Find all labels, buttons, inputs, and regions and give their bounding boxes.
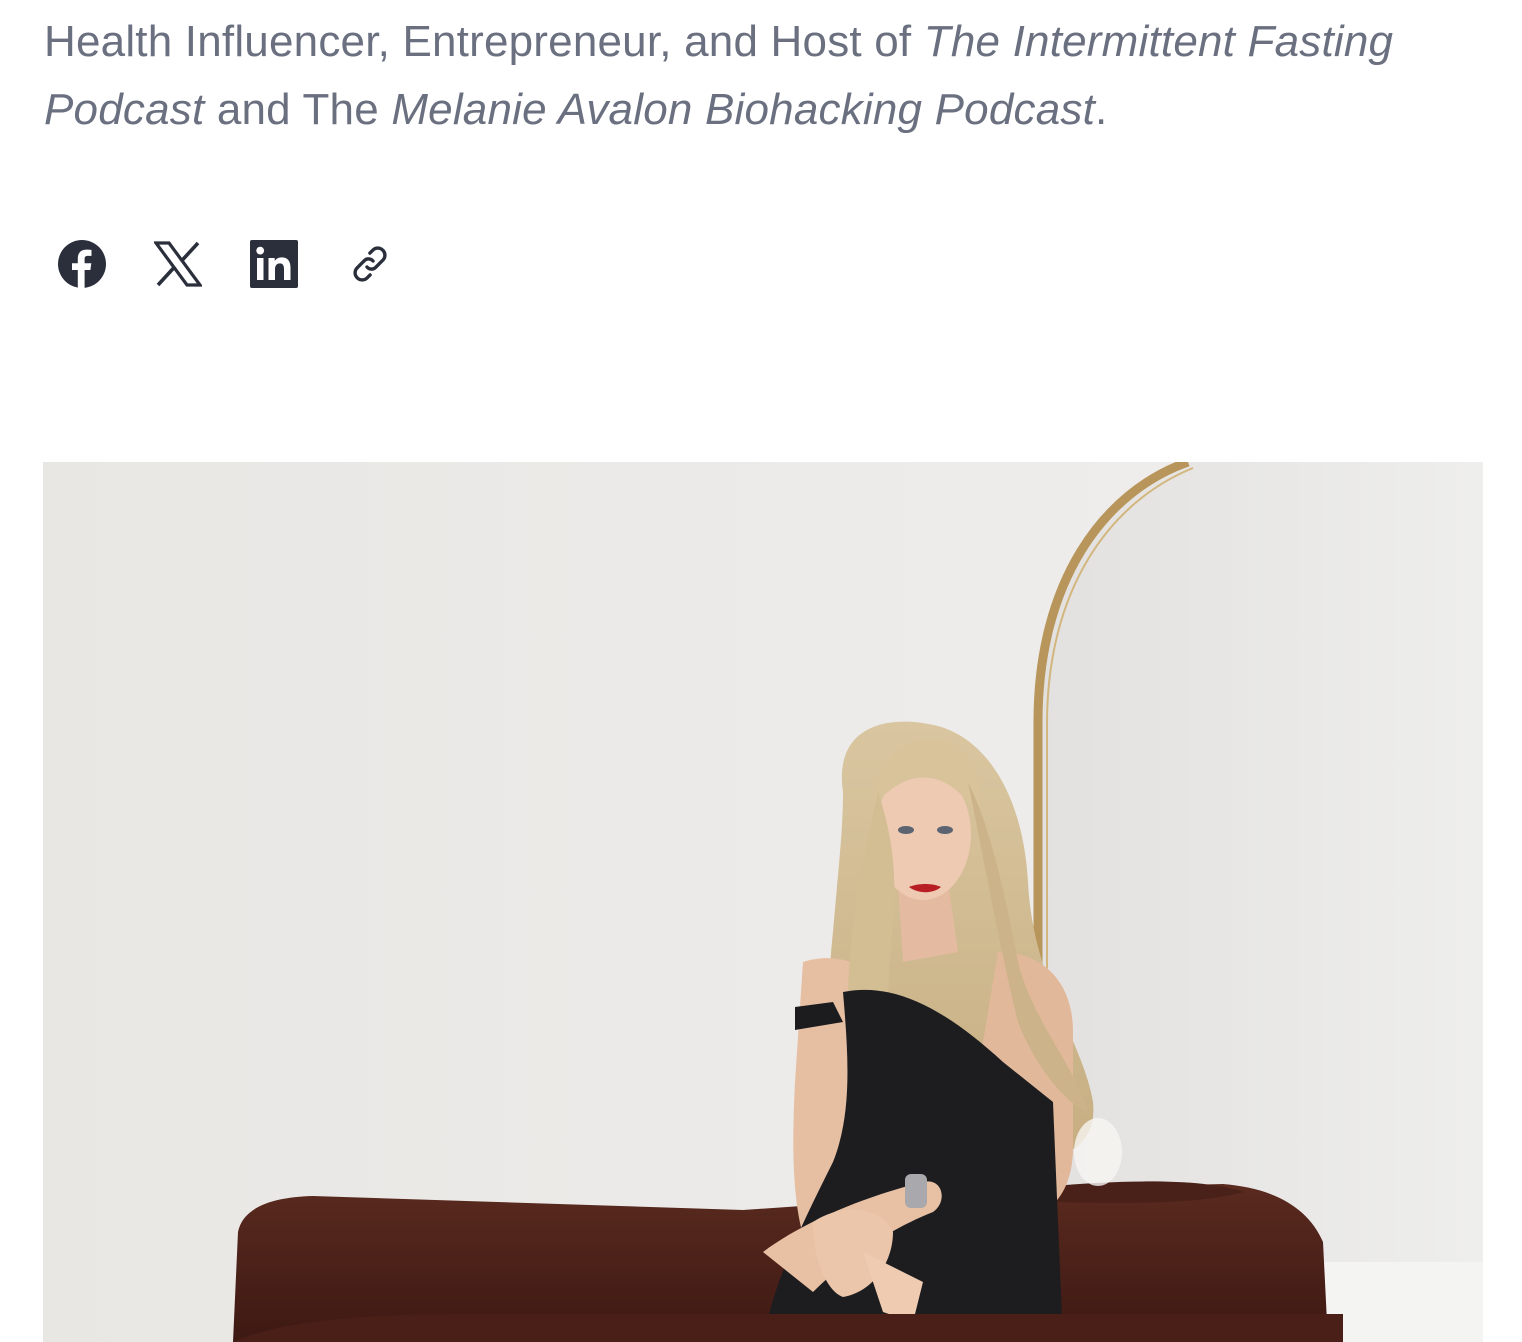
facebook-icon bbox=[57, 239, 107, 289]
link-icon bbox=[346, 240, 394, 288]
podcast-title-biohacking: Melanie Avalon Biohacking Podcast bbox=[391, 85, 1096, 134]
bio-prefix: Health Influencer, Entrepreneur, and Hos… bbox=[44, 17, 924, 66]
bio-middle: and The bbox=[204, 85, 392, 134]
bio-suffix: . bbox=[1095, 85, 1108, 134]
author-bio: Health Influencer, Entrepreneur, and Hos… bbox=[44, 8, 1494, 144]
hero-photo bbox=[43, 462, 1483, 1342]
share-linkedin-button[interactable] bbox=[248, 238, 300, 290]
x-icon bbox=[154, 241, 202, 287]
linkedin-icon bbox=[250, 240, 298, 288]
share-facebook-button[interactable] bbox=[56, 238, 108, 290]
copy-link-button[interactable] bbox=[344, 238, 396, 290]
share-x-button[interactable] bbox=[152, 238, 204, 290]
share-buttons bbox=[56, 238, 396, 290]
